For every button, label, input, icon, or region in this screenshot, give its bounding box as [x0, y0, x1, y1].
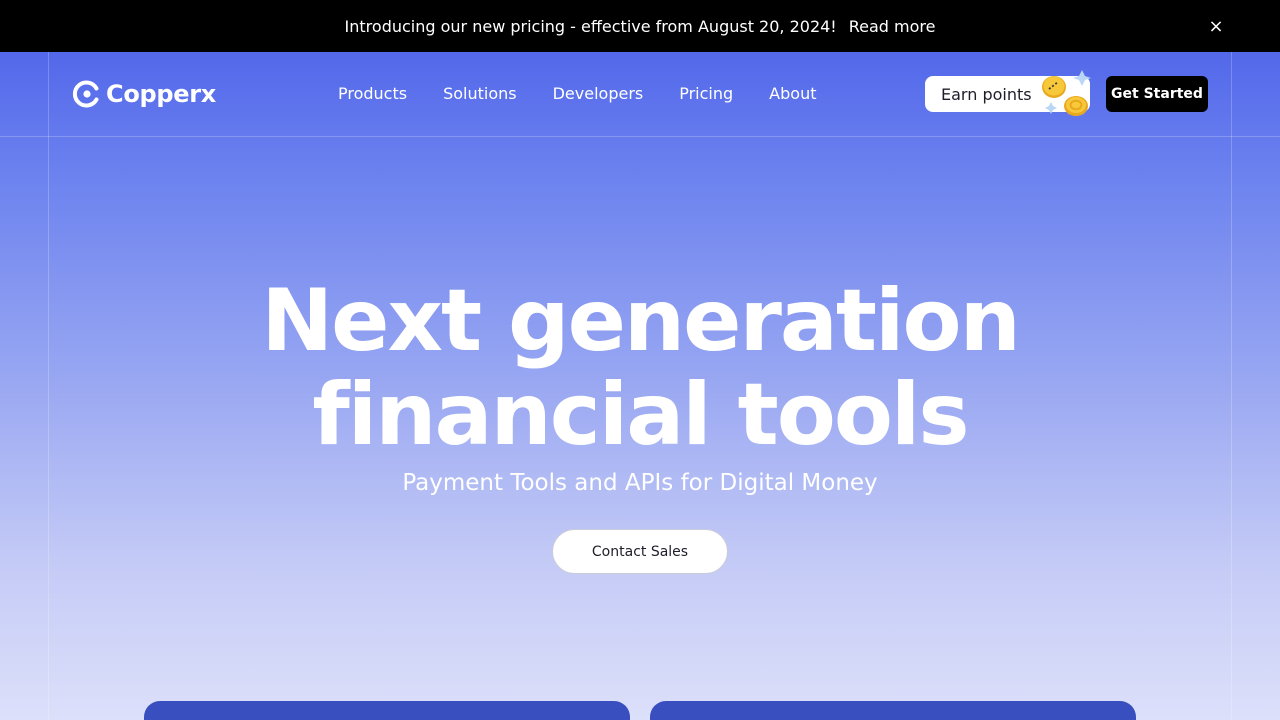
nav-about[interactable]: About [769, 82, 816, 106]
contact-sales-button[interactable]: Contact Sales [552, 529, 728, 574]
headline-line-2: financial tools [312, 365, 969, 465]
main-menu: Products Solutions Developers Pricing Ab… [338, 82, 816, 106]
hero-headline: Next generation financial tools [0, 274, 1280, 462]
nav-developers[interactable]: Developers [553, 82, 644, 106]
earn-points-button[interactable]: Earn points [925, 70, 1091, 116]
brand-name: Copperx [106, 80, 216, 108]
headline-line-1: Next generation [261, 271, 1021, 371]
copperx-logo-icon [72, 79, 102, 109]
feature-card-left [144, 701, 630, 720]
nav-products[interactable]: Products [338, 82, 407, 106]
hero-subheadline: Payment Tools and APIs for Digital Money [402, 470, 878, 496]
announcement-text: Introducing our new pricing - effective … [344, 16, 837, 36]
get-started-button[interactable]: Get Started [1106, 76, 1208, 112]
announcement-bar: Introducing our new pricing - effective … [0, 0, 1280, 52]
nav-solutions[interactable]: Solutions [443, 82, 517, 106]
brand-logo[interactable]: Copperx [72, 79, 216, 109]
hero-section: Copperx Products Solutions Developers Pr… [0, 52, 1280, 720]
close-icon[interactable]: × [1204, 14, 1228, 38]
top-navbar: Copperx Products Solutions Developers Pr… [0, 52, 1280, 136]
nav-pricing[interactable]: Pricing [679, 82, 733, 106]
nav-divider [0, 136, 1280, 137]
earn-points-label: Earn points [941, 84, 1032, 104]
read-more-link[interactable]: Read more [849, 17, 936, 36]
feature-card-right [650, 701, 1136, 720]
coins-icon [1038, 68, 1098, 120]
